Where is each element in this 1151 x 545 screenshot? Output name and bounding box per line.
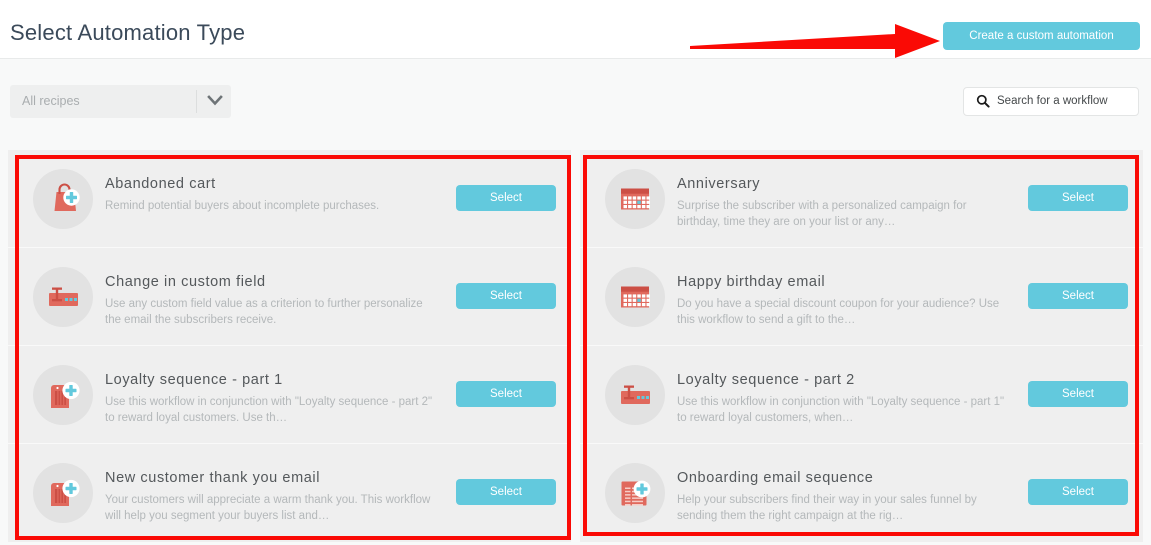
- select-workflow-button[interactable]: Select: [1028, 479, 1128, 505]
- workflow-card-description: Surprise the subscriber with a personali…: [677, 200, 967, 228]
- select-workflow-button[interactable]: Select: [456, 381, 556, 407]
- workflow-card-title: Anniversary: [677, 176, 761, 192]
- calendar-icon: [605, 169, 665, 229]
- workflow-card-description: Help your subscribers find their way in …: [677, 494, 977, 522]
- workflow-card-title: Loyalty sequence - part 2: [677, 372, 855, 388]
- workflow-card-description: Use this workflow in conjunction with "L…: [105, 396, 433, 424]
- workflow-card-description: Remind potential buyers about incomplete…: [105, 200, 380, 212]
- dropdown-divider: [196, 90, 197, 113]
- select-workflow-button[interactable]: Select: [1028, 185, 1128, 211]
- search-input[interactable]: Search for a workflow: [963, 87, 1139, 116]
- recipes-filter-value: All recipes: [22, 94, 80, 108]
- workflow-card-description: Your customers will appreciate a warm th…: [105, 494, 431, 522]
- workflow-card-title: Loyalty sequence - part 1: [105, 372, 283, 388]
- workflow-card[interactable]: Anniversary Surprise the subscriber with …: [580, 150, 1143, 248]
- loyalty-tag-plus-icon: [33, 463, 93, 523]
- workflow-card-title: Change in custom field: [105, 274, 266, 290]
- workflow-card[interactable]: New customer thank you email Your custome…: [8, 444, 571, 542]
- loyalty-tag-plus-icon: [33, 365, 93, 425]
- recipes-filter-dropdown[interactable]: All recipes: [10, 85, 231, 118]
- select-workflow-button[interactable]: Select: [1028, 381, 1128, 407]
- workflow-card-description: Use this workflow in conjunction with "L…: [677, 396, 1005, 424]
- workflow-card[interactable]: Loyalty sequence - part 1 Use this workfl…: [8, 346, 571, 444]
- page-header: Select Automation Type Create a custom a…: [0, 0, 1151, 59]
- workflow-card[interactable]: Loyalty sequence - part 2 Use this workfl…: [580, 346, 1143, 444]
- select-workflow-button[interactable]: Select: [456, 283, 556, 309]
- workflow-card-title: Abandoned cart: [105, 176, 216, 192]
- workflow-card[interactable]: Onboarding email sequence Help your subsc…: [580, 444, 1143, 542]
- workflow-column-left: Abandoned cart Remind potential buyers ab…: [8, 150, 571, 542]
- select-workflow-button[interactable]: Select: [456, 479, 556, 505]
- workflow-card-title: New customer thank you email: [105, 470, 321, 486]
- workflow-card[interactable]: Change in custom field Use any custom fie…: [8, 248, 571, 346]
- document-plus-icon: [605, 463, 665, 523]
- workflow-column-right: Anniversary Surprise the subscriber with …: [580, 150, 1143, 542]
- select-workflow-button[interactable]: Select: [1028, 283, 1128, 309]
- search-placeholder: Search for a workflow: [997, 95, 1108, 107]
- workflow-card-title: Onboarding email sequence: [677, 470, 874, 486]
- workflow-card-title: Happy birthday email: [677, 274, 826, 290]
- automation-type-page: Select Automation Type Create a custom a…: [0, 0, 1151, 545]
- search-icon: [976, 94, 990, 108]
- shopping-bag-plus-icon: [33, 169, 93, 229]
- custom-field-icon: [33, 267, 93, 327]
- workflow-card[interactable]: Happy birthday email Do you have a specia…: [580, 248, 1143, 346]
- calendar-icon: [605, 267, 665, 327]
- custom-field-icon: [605, 365, 665, 425]
- workflow-card-description: Do you have a special discount coupon fo…: [677, 298, 1000, 326]
- chevron-down-icon: [207, 94, 223, 109]
- create-custom-automation-button[interactable]: Create a custom automation: [943, 22, 1140, 50]
- workflow-card-description: Use any custom field value as a criterio…: [105, 298, 423, 326]
- workflow-card[interactable]: Abandoned cart Remind potential buyers ab…: [8, 150, 571, 248]
- page-title: Select Automation Type: [10, 20, 246, 45]
- select-workflow-button[interactable]: Select: [456, 185, 556, 211]
